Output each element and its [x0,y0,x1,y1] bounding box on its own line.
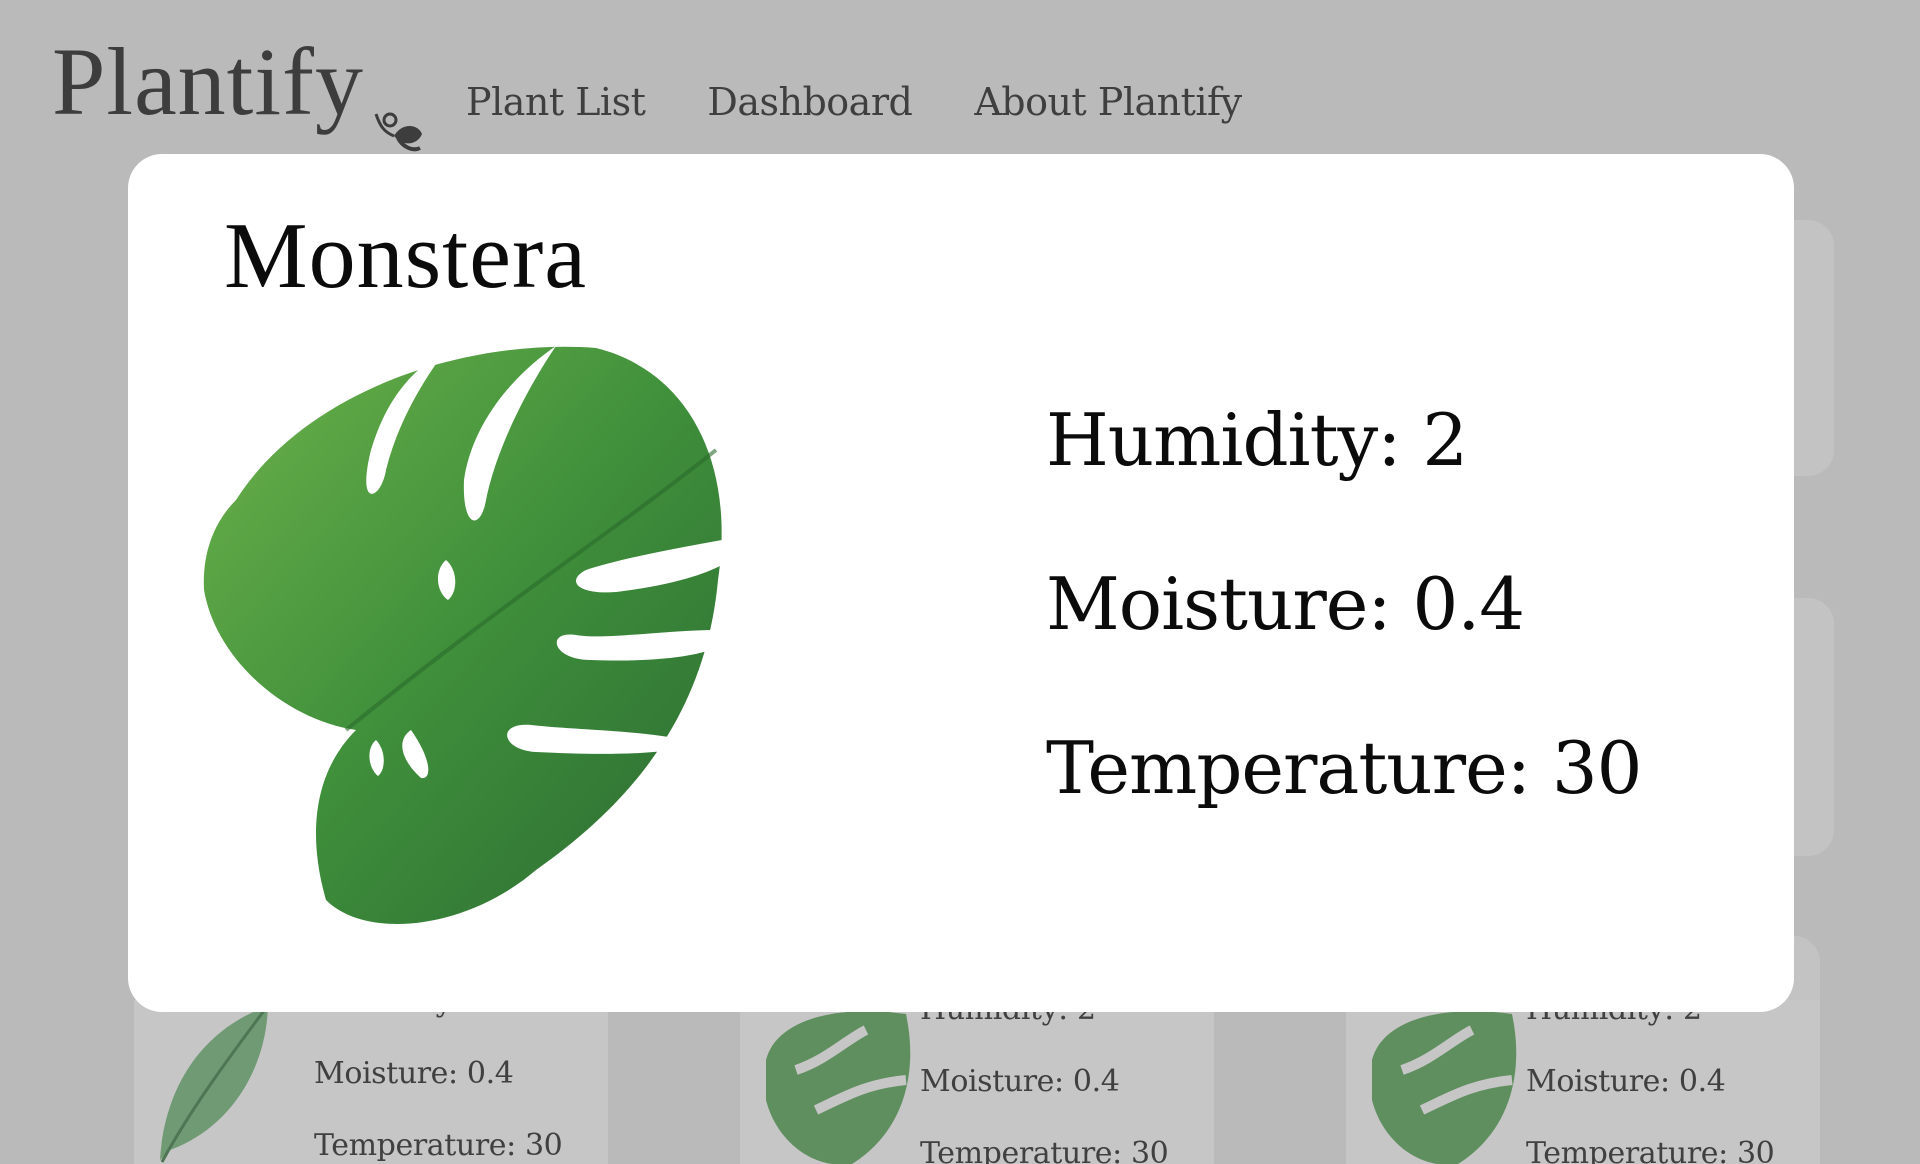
card-temperature: Temperature: 30 [920,1136,1169,1164]
plant-name: Monstera [224,204,588,308]
plant-card[interactable]: Humidity: 2 Moisture: 0.4 Temperature: 3… [740,1000,1214,1164]
plant-detail-modal[interactable]: Monstera Humidity: 2 Moisture: 0.4 Tempe… [128,154,1794,1012]
card-temperature: Temperature: 30 [1526,1136,1775,1164]
humidity-value: Humidity: 2 [1046,398,1468,482]
card-moisture: Moisture: 0.4 [1526,1064,1726,1099]
moisture-value: Moisture: 0.4 [1046,562,1525,646]
plant-card[interactable]: Humidity: 2 Moisture: 0.4 Temperature: 3… [134,1000,608,1164]
nav-plant-list[interactable]: Plant List [466,80,646,124]
temperature-value: Temperature: 30 [1046,726,1642,810]
nav-dashboard[interactable]: Dashboard [707,80,912,124]
vine-leaf-icon [374,112,422,152]
plant-card[interactable]: Humidity: 2 Moisture: 0.4 Temperature: 3… [1346,1000,1820,1164]
main-nav: Plant List Dashboard About Plantify [466,80,1242,124]
card-temperature: Temperature: 30 [314,1128,563,1163]
nav-about[interactable]: About Plantify [974,80,1242,124]
app-logo[interactable]: Plantify [52,34,364,130]
card-moisture: Moisture: 0.4 [314,1056,514,1091]
banana-leaf-icon [160,1006,268,1163]
app-header: Plantify Plant List Dashboard About Plan… [0,0,1920,160]
card-moisture: Moisture: 0.4 [920,1064,1120,1099]
monstera-leaf-icon [766,1011,911,1164]
monstera-leaf-icon [1372,1011,1517,1164]
monstera-leaf-icon [203,346,722,924]
